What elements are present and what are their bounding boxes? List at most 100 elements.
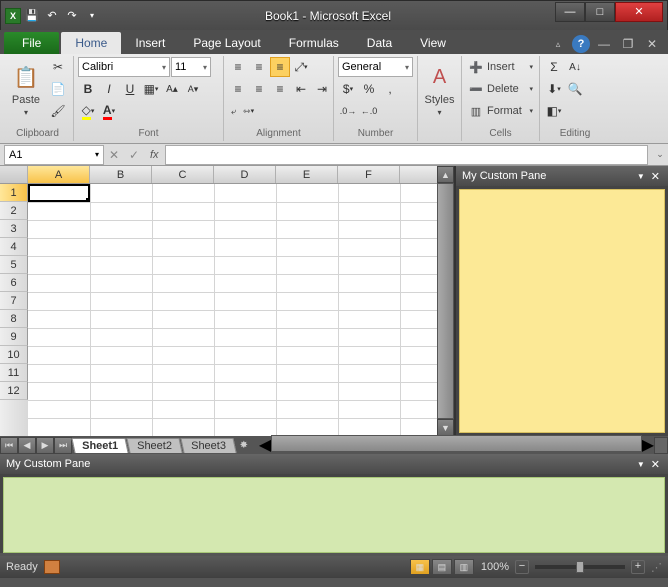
page-layout-view-icon[interactable]: ▤ — [432, 559, 452, 575]
row-header-4[interactable]: 4 — [0, 238, 28, 256]
row-header-3[interactable]: 3 — [0, 220, 28, 238]
help-icon[interactable]: ? — [572, 35, 590, 53]
scroll-right-icon[interactable]: ▶ — [642, 435, 654, 455]
insert-sheet-icon[interactable]: ✸ — [235, 440, 253, 451]
scroll-up-icon[interactable]: ▲ — [437, 166, 454, 183]
tab-home[interactable]: Home — [61, 32, 121, 54]
task-pane-bottom-title-bar[interactable]: My Custom Pane ▼ ✕ — [0, 454, 668, 474]
row-header-9[interactable]: 9 — [0, 328, 28, 346]
column-header-f[interactable]: F — [338, 166, 400, 183]
font-color-button[interactable]: A▾ — [99, 101, 119, 121]
column-header-a[interactable]: A — [28, 166, 90, 183]
zoom-in-button[interactable]: + — [631, 560, 645, 574]
font-size-combo[interactable]: 11▾ — [171, 57, 211, 77]
align-bottom-icon[interactable]: ≡ — [270, 57, 290, 77]
scroll-down-icon[interactable]: ▼ — [437, 419, 454, 436]
cut-icon[interactable]: ✂ — [48, 57, 68, 77]
page-break-view-icon[interactable]: ▥ — [454, 559, 474, 575]
percent-format-icon[interactable]: % — [359, 79, 379, 99]
doc-minimize-icon[interactable]: — — [594, 34, 614, 54]
wrap-text-button[interactable]: ⤶ — [228, 101, 239, 121]
tab-formulas[interactable]: Formulas — [275, 32, 353, 54]
split-box[interactable] — [654, 437, 668, 454]
sheet-nav-prev-icon[interactable]: ◀ — [18, 437, 36, 454]
row-header-12[interactable]: 12 — [0, 382, 28, 400]
italic-button[interactable]: I — [99, 79, 119, 99]
sheet-nav-last-icon[interactable]: ⏭ — [54, 437, 72, 454]
row-header-5[interactable]: 5 — [0, 256, 28, 274]
sort-filter-button[interactable]: A↓ — [565, 57, 585, 77]
enter-formula-icon[interactable]: ✓ — [124, 145, 144, 165]
insert-function-button[interactable]: fx — [144, 149, 165, 161]
vscroll-thumb[interactable] — [437, 183, 454, 419]
task-pane-right-title-bar[interactable]: My Custom Pane ▼ ✕ — [456, 166, 668, 186]
undo-icon[interactable]: ↶ — [43, 7, 61, 25]
sheet-tab-1[interactable]: Sheet1 — [71, 438, 128, 453]
sheet-nav-next-icon[interactable]: ▶ — [36, 437, 54, 454]
orientation-icon[interactable]: ⤢▾ — [291, 57, 311, 77]
doc-restore-icon[interactable]: ❐ — [618, 34, 638, 54]
tab-data[interactable]: Data — [353, 32, 406, 54]
align-left-icon[interactable]: ≡ — [228, 79, 248, 99]
underline-button[interactable]: U — [120, 79, 140, 99]
qat-customize-icon[interactable]: ▾ — [83, 7, 101, 25]
autosum-button[interactable]: Σ — [544, 57, 564, 77]
cancel-formula-icon[interactable]: ✕ — [104, 145, 124, 165]
select-all-button[interactable] — [0, 166, 28, 183]
task-pane-right-close-icon[interactable]: ✕ — [649, 170, 662, 183]
align-middle-icon[interactable]: ≡ — [249, 57, 269, 77]
number-format-combo[interactable]: General▾ — [338, 57, 413, 77]
align-top-icon[interactable]: ≡ — [228, 57, 248, 77]
row-header-2[interactable]: 2 — [0, 202, 28, 220]
paste-button[interactable]: 📋 Paste ▾ — [6, 57, 46, 123]
decrease-decimal-icon[interactable]: ←.0 — [359, 101, 379, 121]
grow-font-icon[interactable]: A▴ — [162, 79, 182, 99]
tab-insert[interactable]: Insert — [121, 32, 179, 54]
normal-view-icon[interactable]: ▦ — [410, 559, 430, 575]
format-painter-icon[interactable]: 🖌 — [48, 101, 68, 121]
minimize-button[interactable]: — — [555, 2, 585, 22]
expand-formula-bar-icon[interactable]: ⌄ — [652, 149, 668, 160]
column-header-d[interactable]: D — [214, 166, 276, 183]
horizontal-scrollbar[interactable]: ◀ ▶ — [259, 435, 654, 455]
hscroll-thumb[interactable] — [271, 435, 642, 452]
cells-area[interactable] — [28, 184, 437, 436]
task-pane-bottom-close-icon[interactable]: ✕ — [649, 458, 662, 471]
align-center-icon[interactable]: ≡ — [249, 79, 269, 99]
row-header-7[interactable]: 7 — [0, 292, 28, 310]
close-button[interactable]: ✕ — [615, 2, 663, 22]
column-header-b[interactable]: B — [90, 166, 152, 183]
resize-grip-icon[interactable]: ⋰ — [651, 561, 662, 574]
column-header-e[interactable]: E — [276, 166, 338, 183]
find-select-button[interactable]: 🔍 — [565, 79, 585, 99]
zoom-slider-thumb[interactable] — [576, 561, 584, 573]
column-header-c[interactable]: C — [152, 166, 214, 183]
comma-format-icon[interactable]: , — [380, 79, 400, 99]
name-box-dropdown-icon[interactable]: ▾ — [95, 150, 99, 159]
maximize-button[interactable]: □ — [585, 2, 615, 22]
formula-input[interactable] — [165, 145, 648, 165]
minimize-ribbon-icon[interactable]: ▵ — [548, 34, 568, 54]
increase-indent-icon[interactable]: ⇥ — [312, 79, 332, 99]
name-box[interactable]: A1▾ — [4, 145, 104, 165]
zoom-slider[interactable] — [535, 565, 625, 569]
fill-button[interactable]: ⬇▾ — [544, 79, 564, 99]
bold-button[interactable]: B — [78, 79, 98, 99]
border-button[interactable]: ▦▾ — [141, 79, 161, 99]
styles-button[interactable]: A Styles ▾ — [422, 57, 457, 123]
copy-icon[interactable]: 📄 — [48, 79, 68, 99]
decrease-indent-icon[interactable]: ⇤ — [291, 79, 311, 99]
file-tab[interactable]: File — [4, 32, 59, 54]
tab-page-layout[interactable]: Page Layout — [179, 32, 274, 54]
save-icon[interactable]: 💾 — [23, 7, 41, 25]
font-name-combo[interactable]: Calibri▾ — [78, 57, 170, 77]
scroll-left-icon[interactable]: ◀ — [259, 435, 271, 455]
insert-cells-button[interactable]: ➕Insert▾ — [466, 57, 535, 77]
clear-button[interactable]: ◧▾ — [544, 101, 564, 121]
row-header-6[interactable]: 6 — [0, 274, 28, 292]
vertical-scrollbar[interactable]: ▲ ▼ — [437, 166, 454, 436]
macro-record-icon[interactable] — [44, 560, 60, 574]
format-cells-button[interactable]: ▥Format▾ — [466, 101, 535, 121]
task-pane-bottom-menu-icon[interactable]: ▼ — [633, 460, 649, 469]
increase-decimal-icon[interactable]: .0→ — [338, 101, 358, 121]
